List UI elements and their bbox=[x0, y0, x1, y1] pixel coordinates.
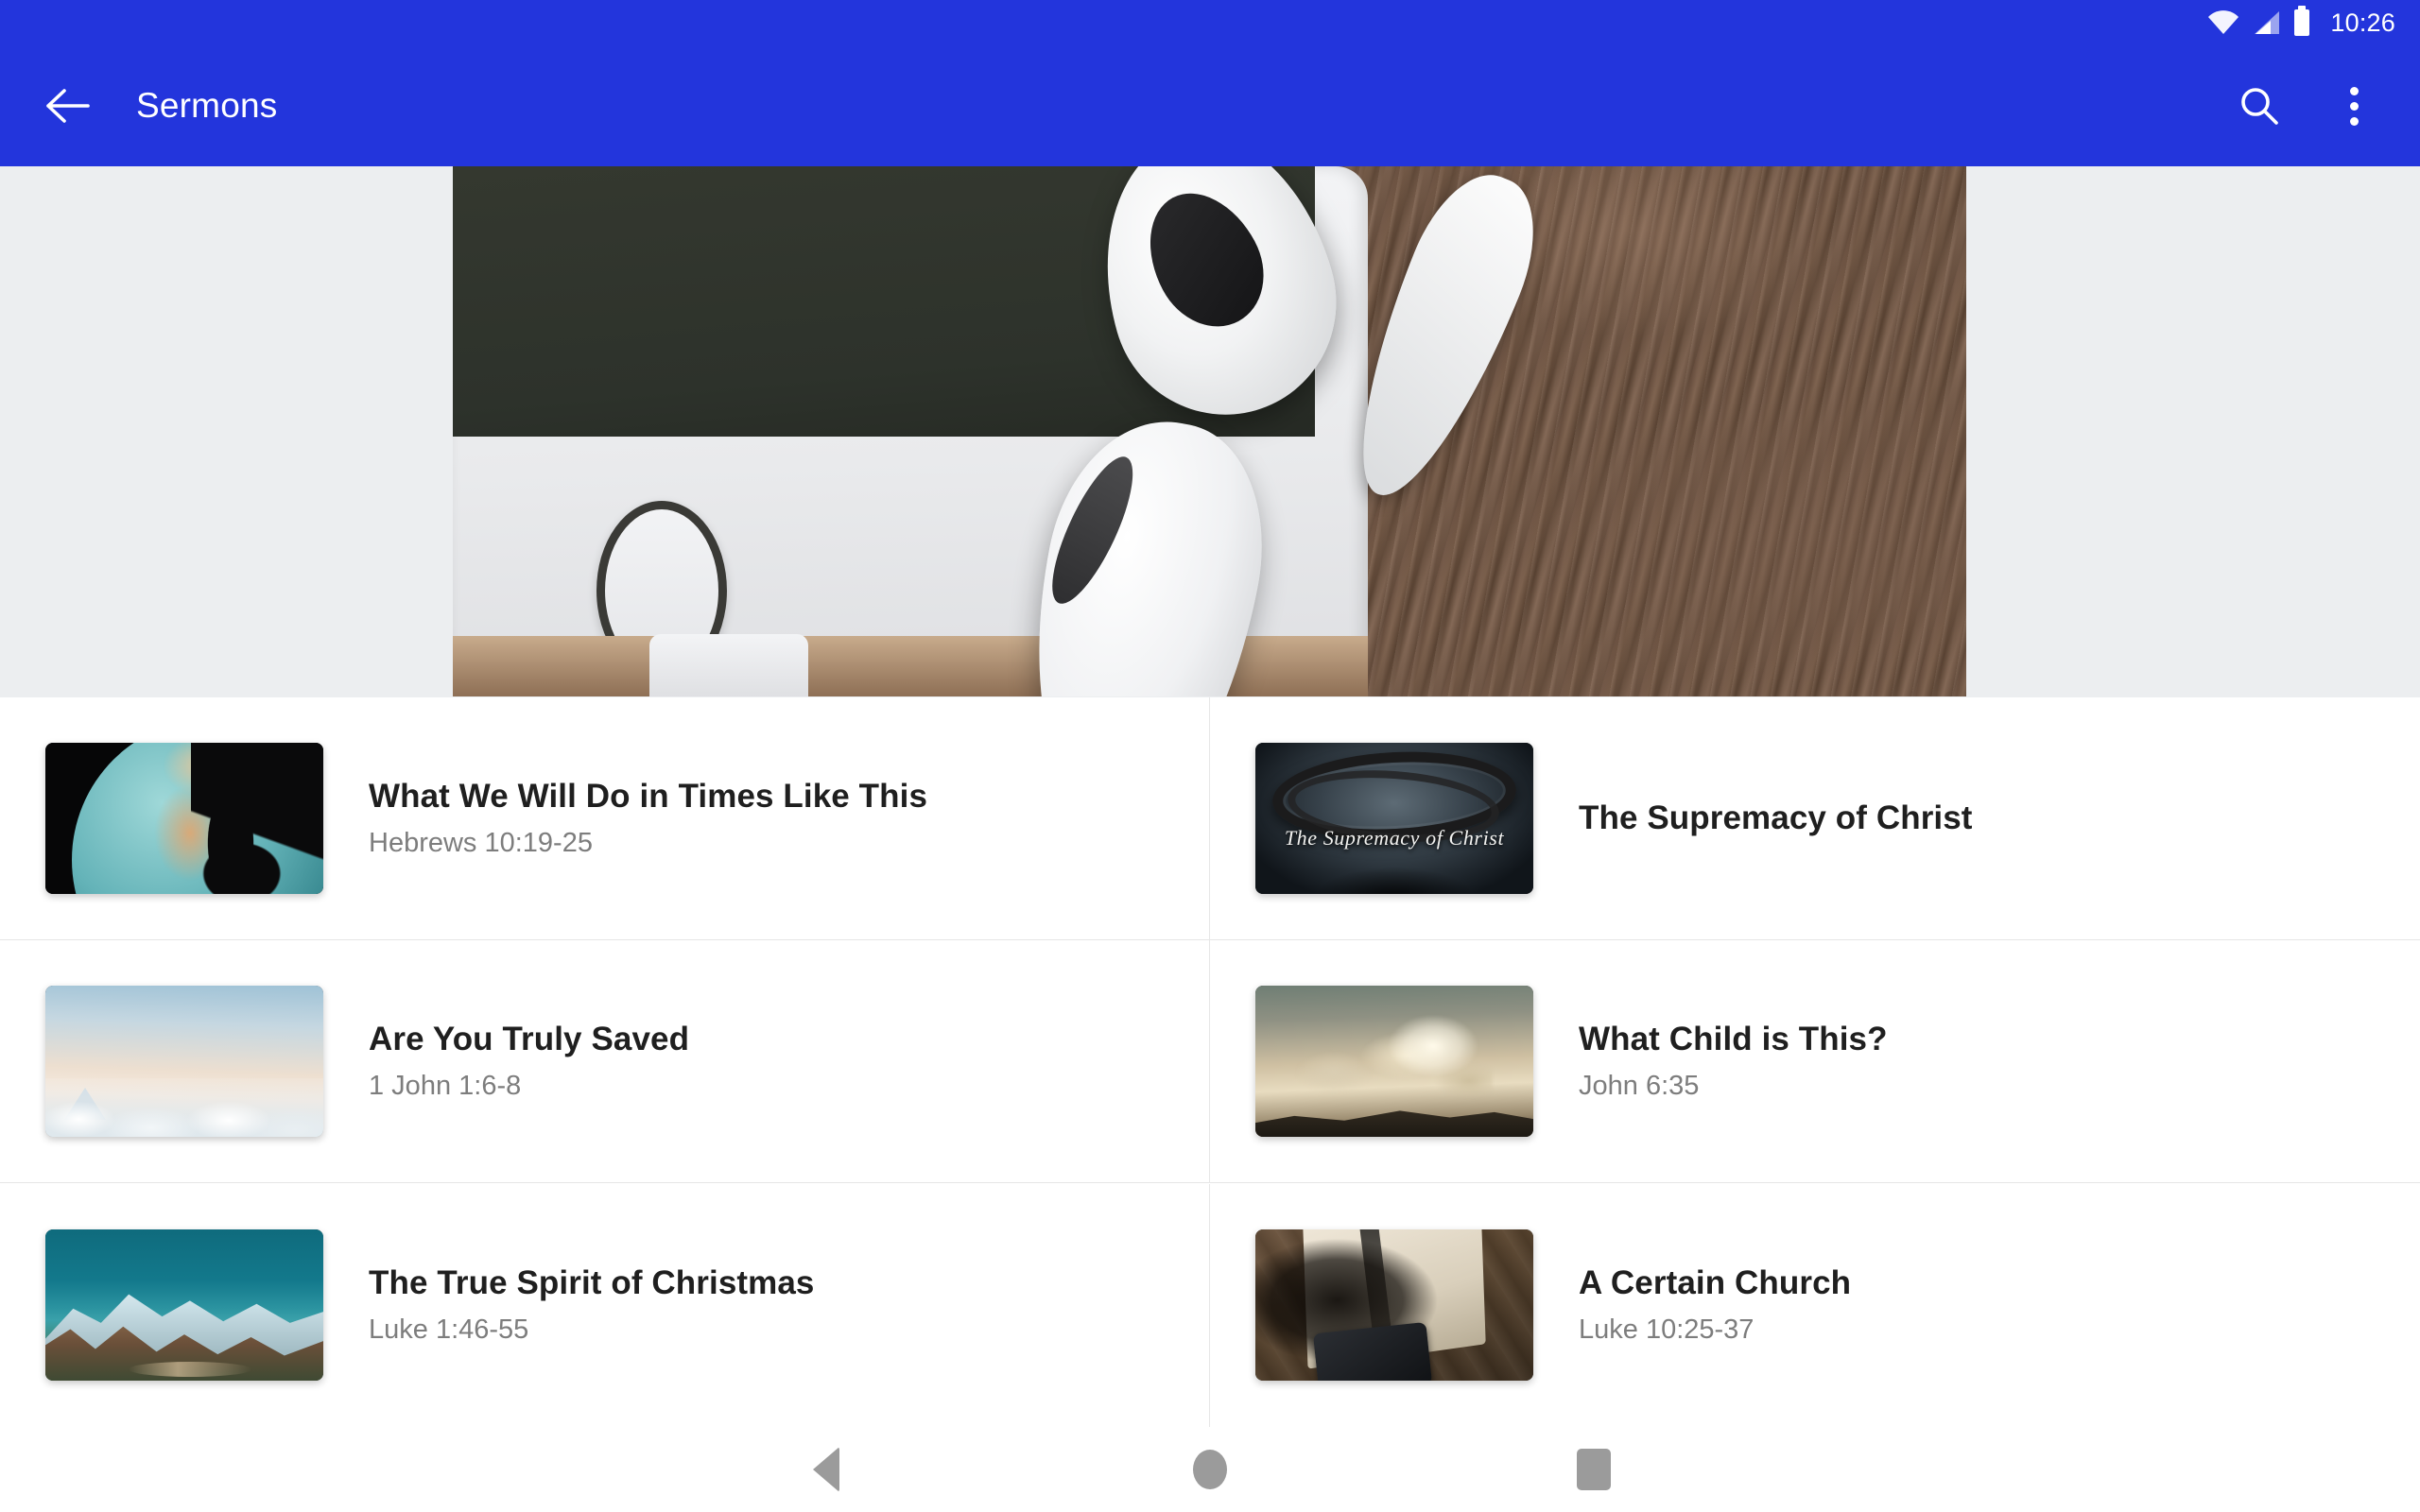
page-title: Sermons bbox=[136, 86, 278, 125]
overflow-dots bbox=[2349, 86, 2359, 126]
hero-connector bbox=[649, 634, 808, 696]
battery-icon bbox=[2294, 6, 2310, 36]
list-item-text: What Child is This? John 6:35 bbox=[1579, 1021, 1888, 1102]
list-item[interactable]: A Certain Church Luke 10:25-37 bbox=[1210, 1184, 2420, 1427]
list-item-title: Are You Truly Saved bbox=[369, 1021, 690, 1058]
crown-of-thorns-thumbnail: The Supremacy of Christ bbox=[1255, 743, 1533, 894]
list-item-text: The Supremacy of Christ bbox=[1579, 799, 1973, 837]
open-book-on-table-thumbnail bbox=[1255, 1229, 1533, 1382]
status-bar: 10:26 bbox=[0, 0, 2420, 45]
hero-image[interactable] bbox=[453, 166, 1966, 696]
system-navigation-bar bbox=[0, 1427, 2420, 1512]
list-item-title: What We Will Do in Times Like This bbox=[369, 777, 928, 815]
list-item-text: The True Spirit of Christmas Luke 1:46-5… bbox=[369, 1264, 815, 1346]
list-item-title: A Certain Church bbox=[1579, 1264, 1852, 1302]
list-item-reference: Hebrews 10:19-25 bbox=[369, 828, 593, 859]
wifi-icon bbox=[2207, 10, 2239, 35]
list-item-reference: Luke 10:25-37 bbox=[1579, 1314, 1754, 1346]
list-item-text: What We Will Do in Times Like This Hebre… bbox=[369, 778, 927, 859]
list-item-title: What Child is This? bbox=[1579, 1021, 1888, 1058]
more-vert-icon[interactable] bbox=[2329, 81, 2378, 130]
status-icon-group: 10:26 bbox=[2207, 6, 2395, 38]
signal-icon bbox=[2253, 10, 2281, 35]
hero-earbud-mesh bbox=[1127, 173, 1285, 346]
list-item-text: Are You Truly Saved 1 John 1:6-8 bbox=[369, 1021, 689, 1102]
globe-with-hand-thumbnail bbox=[45, 743, 323, 894]
pale-sky-clouds-thumbnail bbox=[45, 986, 323, 1138]
list-item[interactable]: The True Spirit of Christmas Luke 1:46-5… bbox=[0, 1183, 1210, 1427]
sunbeam-clouds-thumbnail bbox=[1255, 986, 1533, 1138]
status-clock: 10:26 bbox=[2330, 8, 2395, 37]
list-item[interactable]: Are You Truly Saved 1 John 1:6-8 bbox=[0, 940, 1210, 1184]
list-item-text: A Certain Church Luke 10:25-37 bbox=[1579, 1264, 1851, 1346]
sermons-screen: 10:26 Sermons What We Will Do in Times L… bbox=[0, 0, 2420, 1512]
list-item[interactable]: The Supremacy of Christ The Supremacy of… bbox=[1210, 697, 2420, 940]
app-bar: Sermons bbox=[0, 45, 2420, 166]
home-circle-icon[interactable] bbox=[1170, 1430, 1250, 1509]
list-item[interactable]: What Child is This? John 6:35 bbox=[1210, 940, 2420, 1184]
search-icon[interactable] bbox=[2235, 81, 2284, 130]
list-item-title: The True Spirit of Christmas bbox=[369, 1264, 815, 1302]
list-item-reference: 1 John 1:6-8 bbox=[369, 1071, 522, 1102]
list-item-reference: John 6:35 bbox=[1579, 1071, 1700, 1102]
list-item[interactable]: What We Will Do in Times Like This Hebre… bbox=[0, 697, 1210, 940]
snowy-mountains-thumbnail bbox=[45, 1229, 323, 1382]
sermon-list: What We Will Do in Times Like This Hebre… bbox=[0, 697, 2420, 1427]
app-bar-actions bbox=[2235, 81, 2420, 130]
recents-square-icon[interactable] bbox=[1554, 1430, 1634, 1509]
back-arrow-icon[interactable] bbox=[45, 83, 91, 129]
list-item-reference: Luke 1:46-55 bbox=[369, 1314, 529, 1346]
back-triangle-icon[interactable] bbox=[786, 1430, 866, 1509]
list-item-title: The Supremacy of Christ bbox=[1579, 799, 1973, 836]
